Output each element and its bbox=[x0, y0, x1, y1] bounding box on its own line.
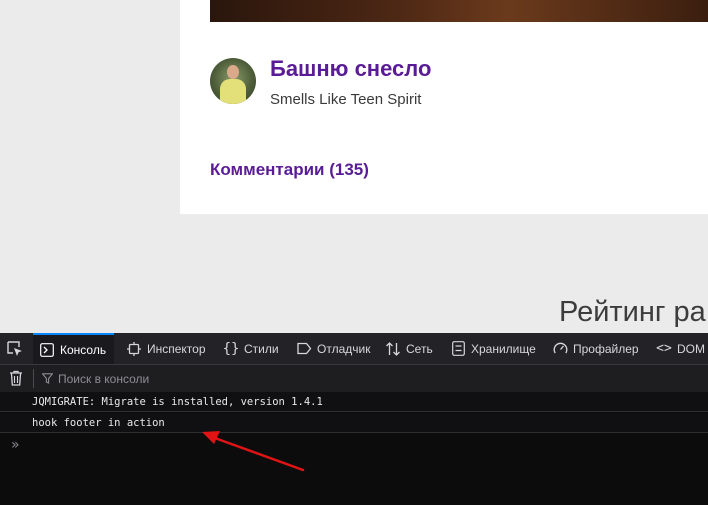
trash-icon[interactable] bbox=[9, 370, 23, 386]
post-subtitle: Smells Like Teen Spirit bbox=[270, 91, 422, 108]
tab-label: DOM bbox=[677, 341, 705, 356]
console-log-row: JQMIGRATE: Migrate is installed, version… bbox=[0, 392, 708, 412]
element-picker-icon[interactable] bbox=[6, 340, 24, 358]
filter-funnel-icon bbox=[42, 373, 53, 384]
log-message: hook footer in action bbox=[32, 416, 165, 429]
tab-profiler[interactable]: Профайлер bbox=[552, 333, 639, 364]
tab-network[interactable]: Сеть bbox=[385, 333, 433, 364]
avatar-shirt bbox=[220, 79, 246, 104]
tab-label: Профайлер bbox=[573, 341, 639, 356]
filter-divider bbox=[33, 369, 34, 388]
console-search-input[interactable]: Поиск в консоли bbox=[42, 368, 342, 389]
tab-label: Стили bbox=[244, 341, 279, 356]
tab-storage[interactable]: Хранилище bbox=[450, 333, 536, 364]
tab-label: Отладчик bbox=[317, 341, 371, 356]
console-icon bbox=[39, 342, 55, 358]
avatar-head bbox=[227, 65, 239, 79]
post-hero-image[interactable] bbox=[210, 0, 708, 22]
tab-debugger[interactable]: Отладчик bbox=[296, 333, 370, 364]
tab-inspector[interactable]: Инспектор bbox=[126, 333, 206, 364]
log-message: JQMIGRATE: Migrate is installed, version… bbox=[32, 395, 323, 408]
code-brackets-icon: <> bbox=[656, 341, 672, 356]
console-filter-bar: Поиск в консоли bbox=[0, 365, 708, 393]
author-avatar[interactable] bbox=[210, 58, 256, 104]
profiler-icon bbox=[552, 341, 568, 357]
inspector-icon bbox=[126, 341, 142, 357]
console-log-row: hook footer in action bbox=[0, 413, 708, 433]
devtools-panel: Консоль Инспектор {} Стили Отладчик Сеть bbox=[0, 333, 708, 505]
tab-label: Консоль bbox=[60, 342, 107, 357]
debugger-icon bbox=[296, 341, 312, 357]
tab-label: Инспектор bbox=[147, 341, 206, 356]
tab-label: Сеть bbox=[406, 341, 433, 356]
tab-console[interactable]: Консоль bbox=[33, 333, 115, 364]
rating-heading: Рейтинг ра bbox=[559, 296, 706, 328]
console-search-placeholder: Поиск в консоли bbox=[58, 371, 150, 386]
comments-link[interactable]: Комментарии (135) bbox=[210, 160, 369, 180]
post-card: Башню снесло Smells Like Teen Spirit Ком… bbox=[180, 0, 708, 214]
tab-dom[interactable]: <> DOM bbox=[656, 333, 705, 364]
braces-icon: {} bbox=[222, 340, 240, 357]
storage-icon bbox=[450, 341, 466, 357]
console-prompt-icon[interactable]: » bbox=[11, 437, 20, 453]
tab-label: Хранилище bbox=[471, 341, 536, 356]
tab-styles[interactable]: {} Стили bbox=[223, 333, 279, 364]
network-icon bbox=[385, 341, 401, 357]
post-title[interactable]: Башню снесло bbox=[270, 56, 431, 82]
devtools-toolbar: Консоль Инспектор {} Стили Отладчик Сеть bbox=[0, 333, 708, 365]
